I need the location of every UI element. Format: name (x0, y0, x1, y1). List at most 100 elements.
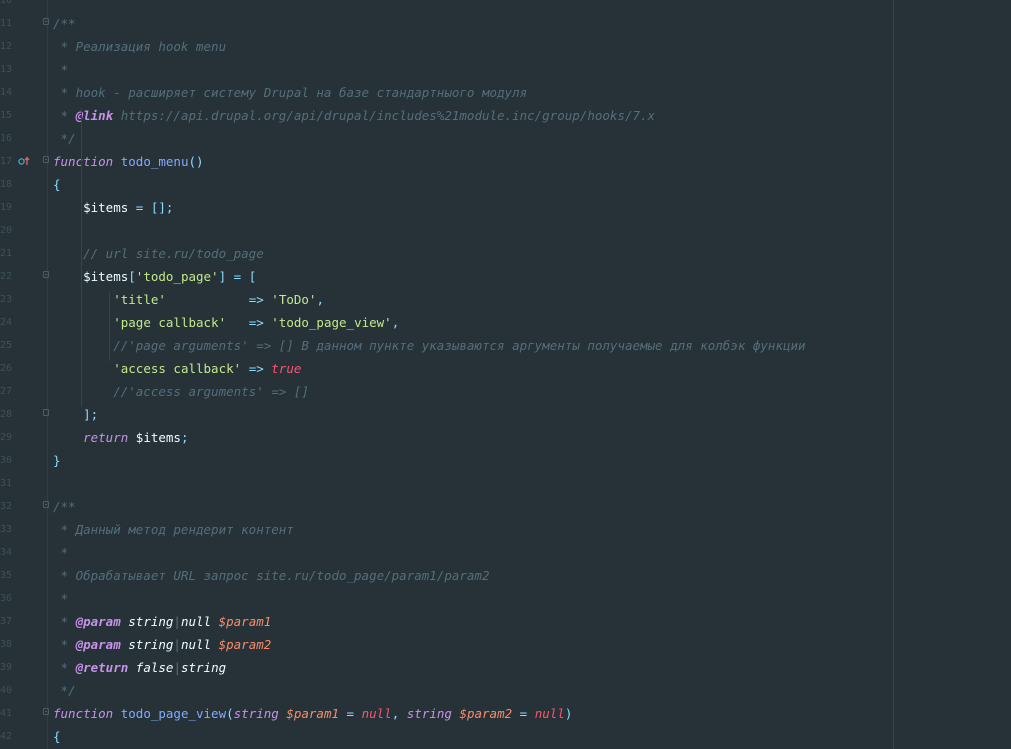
code-token-func: todo_page_view (120, 706, 227, 721)
line-number: 29 (0, 432, 13, 443)
line-code[interactable]: { (53, 173, 61, 196)
code-editor[interactable]: 10 11 /** 12 * Реализация hook menu 13 * 14 *… (0, 0, 1011, 749)
line-code[interactable]: $items['todo_page'] = [ (53, 265, 256, 288)
code-line[interactable]: 35 * Обрабатывает URL запрос site.ru/tod… (0, 564, 1011, 587)
line-code[interactable]: * @param string|null $param1 (53, 610, 272, 633)
code-line[interactable]: 27 //'access arguments' => [] (0, 380, 1011, 403)
code-token-keyword: string (406, 706, 452, 721)
code-line[interactable]: 21 // url site.ru/todo_page (0, 242, 1011, 265)
line-code[interactable]: * Реализация hook menu (53, 35, 227, 58)
code-token-string: 'title' (113, 292, 166, 307)
line-number: 11 (0, 18, 13, 29)
code-line[interactable]: 33 * Данный метод рендерит контент (0, 518, 1011, 541)
line-code[interactable]: * @link https://api.drupal.org/api/drupa… (53, 104, 656, 127)
line-code[interactable]: ]; (53, 403, 98, 426)
code-line[interactable]: 31 (0, 472, 1011, 495)
code-line[interactable]: 41 function todo_page_view(string $param1… (0, 702, 1011, 725)
code-token-bool: null (534, 706, 565, 721)
line-code[interactable]: // url site.ru/todo_page (53, 242, 264, 265)
line-number: 33 (0, 524, 13, 535)
code-line[interactable]: 38 * @param string|null $param2 (0, 633, 1011, 656)
code-line[interactable]: 26 'access callback' => true (0, 357, 1011, 380)
line-code[interactable]: * @return false|string (53, 656, 227, 679)
fold-collapse-icon[interactable] (43, 708, 49, 715)
code-line[interactable]: 14 * hook - расширяет систему Drupal на … (0, 81, 1011, 104)
line-code[interactable]: * (53, 541, 69, 564)
code-line[interactable]: 28 ]; (0, 403, 1011, 426)
code-token-comment: * (53, 62, 69, 77)
line-code[interactable]: function todo_page_view(string $param1 =… (53, 702, 572, 725)
line-code[interactable]: /** (53, 12, 76, 35)
line-code[interactable]: { (53, 725, 61, 748)
code-line[interactable]: 34 * (0, 541, 1011, 564)
code-line[interactable]: 19 $items = []; (0, 196, 1011, 219)
line-code[interactable]: 'title' => 'ToDo', (53, 288, 324, 311)
line-code[interactable]: */ (53, 127, 76, 150)
code-token-comment: // url site.ru/todo_page (53, 246, 264, 261)
code-token-keyword: function (53, 154, 114, 169)
code-line[interactable]: 32 /** (0, 495, 1011, 518)
code-token-string: 'access callback' (113, 361, 242, 376)
line-number: 26 (0, 363, 13, 374)
code-token-comment: * (53, 660, 76, 675)
code-line[interactable]: 36 * (0, 587, 1011, 610)
code-token-keyword: function (53, 706, 114, 721)
line-code[interactable]: */ (53, 679, 76, 702)
line-code[interactable]: function todo_menu() (53, 150, 204, 173)
code-token-comment: https://api.drupal.org/api/drupal/includ… (113, 108, 656, 123)
code-line[interactable]: 18 { (0, 173, 1011, 196)
code-token-punct: [ (128, 269, 136, 284)
code-line[interactable]: 29 return $items; (0, 426, 1011, 449)
line-code[interactable]: * (53, 587, 69, 610)
line-code[interactable]: * @param string|null $param2 (53, 633, 272, 656)
code-token-punct: ( (226, 706, 234, 721)
line-code[interactable]: $items = []; (53, 196, 173, 219)
line-code[interactable]: } (53, 449, 61, 472)
code-line[interactable]: 42 { (0, 725, 1011, 748)
code-token-type: string (128, 637, 174, 652)
line-code[interactable]: /** (53, 495, 76, 518)
code-line[interactable]: 10 (0, 0, 1011, 12)
line-code[interactable]: return $items; (53, 426, 188, 449)
line-code[interactable]: 'access callback' => true (53, 357, 301, 380)
fold-collapse-icon[interactable] (43, 18, 49, 25)
code-line[interactable]: 13 * (0, 58, 1011, 81)
line-code[interactable]: * hook - расширяет систему Drupal на баз… (53, 81, 528, 104)
code-token-type: string (180, 660, 227, 675)
code-line[interactable]: 11 /** (0, 12, 1011, 35)
code-line[interactable]: 15 * @link https://api.drupal.org/api/dr… (0, 104, 1011, 127)
override-up-icon[interactable] (18, 155, 30, 167)
fold-collapse-icon[interactable] (43, 271, 49, 278)
code-line[interactable]: 24 'page callback' => 'todo_page_view', (0, 311, 1011, 334)
code-line[interactable]: 40 */ (0, 679, 1011, 702)
indent-guide (81, 108, 82, 407)
code-line[interactable]: 23 'title' => 'ToDo', (0, 288, 1011, 311)
code-line[interactable]: 30} (0, 449, 1011, 472)
code-line[interactable]: 12 * Реализация hook menu (0, 35, 1011, 58)
code-token-comment: /** (53, 16, 76, 31)
fold-end-icon[interactable] (43, 409, 49, 416)
code-token-plain: $items (53, 200, 129, 215)
code-line[interactable]: 17 function todo_menu() (0, 150, 1011, 173)
line-code[interactable]: * Обрабатывает URL запрос site.ru/todo_p… (53, 564, 490, 587)
code-line[interactable]: 39 * @return false|string (0, 656, 1011, 679)
code-token-bool: null (361, 706, 392, 721)
code-token-commentvar: $param2 (218, 637, 272, 652)
line-number: 23 (0, 294, 13, 305)
line-code[interactable]: //'access arguments' => [] (53, 380, 309, 403)
code-line[interactable]: 20 (0, 219, 1011, 242)
fold-collapse-icon[interactable] (43, 156, 49, 163)
line-code[interactable]: * (53, 58, 69, 81)
line-code[interactable]: //'page arguments' => [] В данном пункте… (53, 334, 805, 357)
line-code[interactable]: 'page callback' => 'todo_page_view', (53, 311, 399, 334)
code-line[interactable]: 22 $items['todo_page'] = [ (0, 265, 1011, 288)
code-line[interactable]: 16 */ (0, 127, 1011, 150)
code-line[interactable]: 37 * @param string|null $param1 (0, 610, 1011, 633)
code-token-param: $param1 (286, 706, 340, 721)
code-token-punct: { (53, 729, 61, 744)
fold-collapse-icon[interactable] (43, 501, 49, 508)
code-line[interactable]: 25 //'page arguments' => [] В данном пун… (0, 334, 1011, 357)
line-code[interactable]: * Данный метод рендерит контент (53, 518, 294, 541)
